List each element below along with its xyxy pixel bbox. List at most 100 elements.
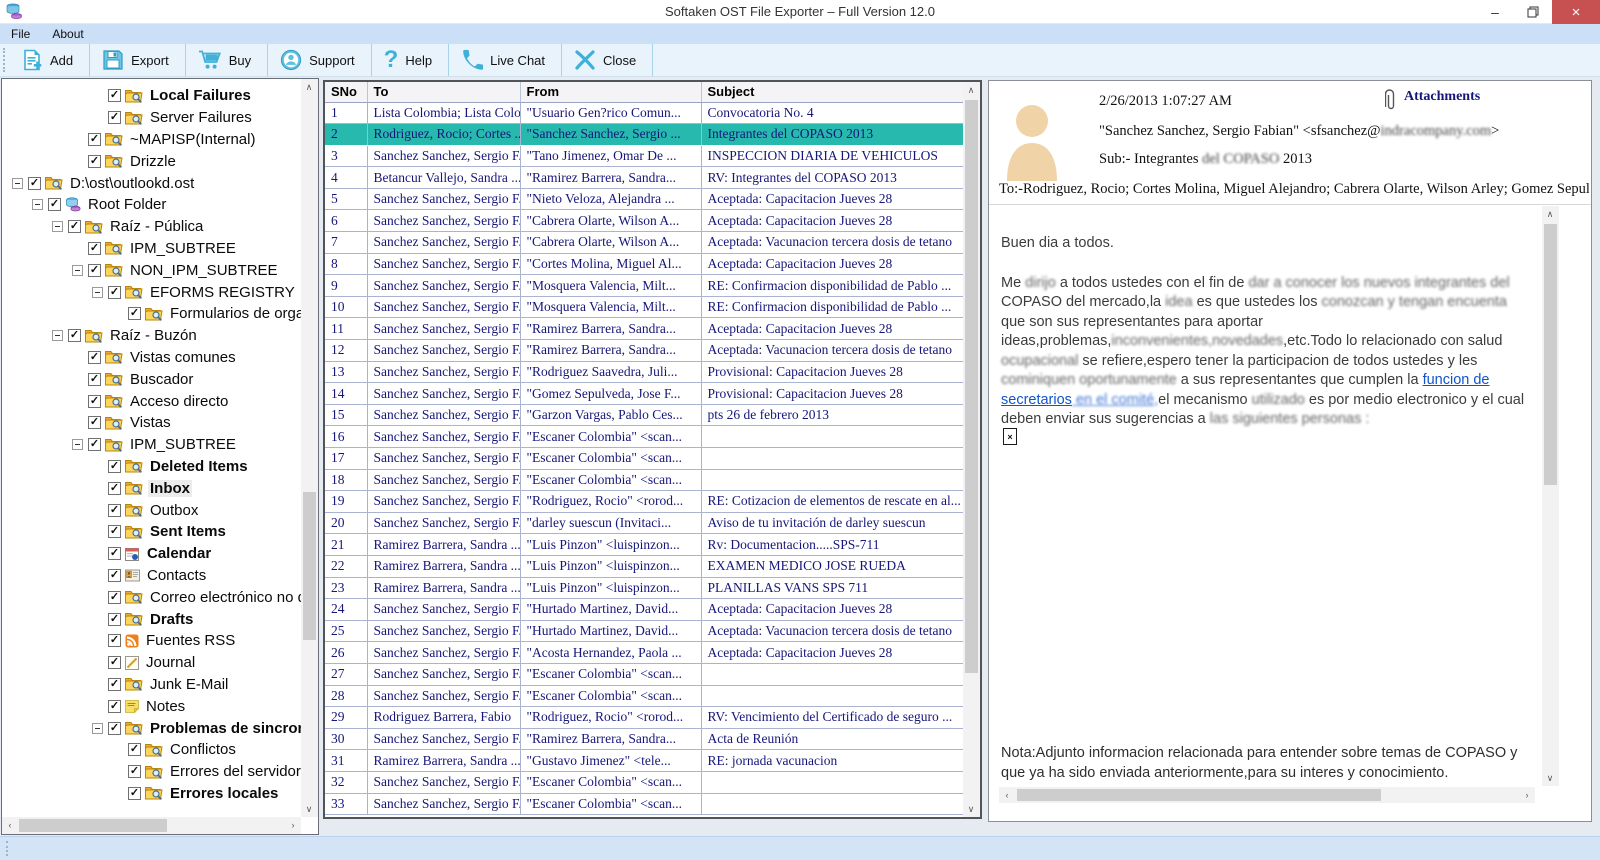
tree-item-drafts[interactable]: ✓Drafts bbox=[2, 608, 301, 630]
mail-row-29[interactable]: 29Rodriguez Barrera, Fabio"Rodriguez, Ro… bbox=[325, 707, 963, 729]
mail-row-2[interactable]: 2Rodriguez, Rocio; Cortes ..."Sanchez Sa… bbox=[325, 124, 963, 146]
restore-button[interactable] bbox=[1514, 0, 1552, 24]
checked-checkbox[interactable]: ✓ bbox=[108, 634, 121, 647]
mail-row-20[interactable]: 20Sanchez Sanchez, Sergio F..."darley su… bbox=[325, 512, 963, 534]
checked-checkbox[interactable]: ✓ bbox=[48, 198, 61, 211]
checked-checkbox[interactable]: ✓ bbox=[88, 373, 101, 386]
live-chat-button[interactable]: Live Chat bbox=[449, 44, 562, 76]
mail-row-25[interactable]: 25Sanchez Sanchez, Sergio F..."Hurtado M… bbox=[325, 620, 963, 642]
collapse-icon[interactable] bbox=[52, 330, 63, 341]
mail-row-4[interactable]: 4Betancur Vallejo, Sandra ..."Ramirez Ba… bbox=[325, 167, 963, 189]
checked-checkbox[interactable]: ✓ bbox=[88, 416, 101, 429]
checked-checkbox[interactable]: ✓ bbox=[108, 613, 121, 626]
mail-row-32[interactable]: 32Sanchez Sanchez, Sergio F..."Escaner C… bbox=[325, 771, 963, 793]
scroll-thumb[interactable] bbox=[19, 819, 167, 832]
preview-vertical-scrollbar[interactable]: ∧ ∨ bbox=[1542, 206, 1559, 786]
tree-vertical-scrollbar[interactable]: ∧ ∨ bbox=[301, 79, 318, 817]
scroll-up-icon[interactable]: ∧ bbox=[963, 82, 979, 98]
tree-item-correo-electr-nico-no-dese[interactable]: ✓Correo electrónico no dese bbox=[2, 586, 301, 608]
mail-row-11[interactable]: 11Sanchez Sanchez, Sergio F..."Ramirez B… bbox=[325, 318, 963, 340]
tree-item-d-ost-outlookd-ost[interactable]: ✓D:\ost\outlookd.ost bbox=[2, 172, 301, 194]
collapse-icon[interactable] bbox=[72, 439, 83, 450]
scroll-thumb[interactable] bbox=[965, 100, 978, 673]
scroll-right-icon[interactable]: › bbox=[285, 817, 301, 833]
preview-horizontal-scrollbar[interactable]: ‹ › bbox=[999, 787, 1535, 803]
mail-row-23[interactable]: 23Ramirez Barrera, Sandra ..."Luis Pinzo… bbox=[325, 577, 963, 599]
body-link-redacted[interactable]: en el comité, bbox=[1072, 392, 1158, 408]
attachments-area[interactable]: Attachments bbox=[1385, 89, 1480, 118]
attachments-label[interactable]: Attachments bbox=[1404, 89, 1480, 105]
tree-item-local-failures[interactable]: ✓Local Failures bbox=[2, 85, 301, 107]
mail-row-9[interactable]: 9Sanchez Sanchez, Sergio F..."Mosquera V… bbox=[325, 275, 963, 297]
mail-row-14[interactable]: 14Sanchez Sanchez, Sergio F..."Gomez Sep… bbox=[325, 383, 963, 405]
tree-item-eforms-registry[interactable]: ✓EFORMS REGISTRY bbox=[2, 281, 301, 303]
checked-checkbox[interactable]: ✓ bbox=[108, 722, 121, 735]
checked-checkbox[interactable]: ✓ bbox=[108, 547, 121, 560]
buy-button[interactable]: Buy bbox=[186, 44, 268, 76]
tree-item-problemas-de-sincroniza[interactable]: ✓Problemas de sincroniza bbox=[2, 717, 301, 739]
close-button[interactable]: × bbox=[1552, 0, 1600, 24]
mail-row-16[interactable]: 16Sanchez Sanchez, Sergio F..."Escaner C… bbox=[325, 426, 963, 448]
checked-checkbox[interactable]: ✓ bbox=[108, 656, 121, 669]
mail-row-10[interactable]: 10Sanchez Sanchez, Sergio F..."Mosquera … bbox=[325, 296, 963, 318]
scroll-up-icon[interactable]: ∧ bbox=[1542, 206, 1558, 222]
tree-item-deleted-items[interactable]: ✓Deleted Items bbox=[2, 456, 301, 478]
checked-checkbox[interactable]: ✓ bbox=[88, 242, 101, 255]
menu-item-file[interactable]: File bbox=[0, 24, 41, 44]
checked-checkbox[interactable]: ✓ bbox=[108, 286, 121, 299]
collapse-icon[interactable] bbox=[52, 221, 63, 232]
tree-item-fuentes-rss[interactable]: ✓Fuentes RSS bbox=[2, 630, 301, 652]
tree-item-contacts[interactable]: ✓Contacts bbox=[2, 565, 301, 587]
tree-item-root-folder[interactable]: ✓Root Folder bbox=[2, 194, 301, 216]
checked-checkbox[interactable]: ✓ bbox=[88, 351, 101, 364]
mail-row-17[interactable]: 17Sanchez Sanchez, Sergio F..."Escaner C… bbox=[325, 448, 963, 470]
mail-row-24[interactable]: 24Sanchez Sanchez, Sergio F..."Hurtado M… bbox=[325, 599, 963, 621]
minimize-button[interactable]: – bbox=[1476, 0, 1514, 24]
scroll-down-icon[interactable]: ∨ bbox=[963, 801, 979, 817]
tree-item-buscador[interactable]: ✓Buscador bbox=[2, 368, 301, 390]
tree-item-errores-locales[interactable]: ✓Errores locales bbox=[2, 783, 301, 805]
checked-checkbox[interactable]: ✓ bbox=[68, 329, 81, 342]
checked-checkbox[interactable]: ✓ bbox=[88, 155, 101, 168]
menu-item-about[interactable]: About bbox=[41, 24, 94, 44]
tree-item-ra-z-p-blica[interactable]: ✓Raíz - Pública bbox=[2, 216, 301, 238]
checked-checkbox[interactable]: ✓ bbox=[88, 438, 101, 451]
tree-item-ipm-subtree[interactable]: ✓IPM_SUBTREE bbox=[2, 434, 301, 456]
mail-row-13[interactable]: 13Sanchez Sanchez, Sergio F..."Rodriguez… bbox=[325, 361, 963, 383]
column-header-subject[interactable]: Subject bbox=[701, 82, 963, 102]
collapse-icon[interactable] bbox=[92, 723, 103, 734]
mail-row-30[interactable]: 30Sanchez Sanchez, Sergio F..."Ramirez B… bbox=[325, 728, 963, 750]
tree-item-acceso-directo[interactable]: ✓Acceso directo bbox=[2, 390, 301, 412]
mail-row-8[interactable]: 8Sanchez Sanchez, Sergio F..."Cortes Mol… bbox=[325, 253, 963, 275]
mail-row-22[interactable]: 22Ramirez Barrera, Sandra ..."Luis Pinzo… bbox=[325, 555, 963, 577]
tree-item-junk-e-mail[interactable]: ✓Junk E-Mail bbox=[2, 674, 301, 696]
mail-row-15[interactable]: 15Sanchez Sanchez, Sergio F..."Garzon Va… bbox=[325, 404, 963, 426]
scroll-thumb[interactable] bbox=[303, 492, 316, 640]
mail-row-3[interactable]: 3Sanchez Sanchez, Sergio F..."Tano Jimen… bbox=[325, 145, 963, 167]
checked-checkbox[interactable]: ✓ bbox=[128, 787, 141, 800]
checked-checkbox[interactable]: ✓ bbox=[108, 678, 121, 691]
tree-item-notes[interactable]: ✓Notes bbox=[2, 695, 301, 717]
collapse-icon[interactable] bbox=[72, 265, 83, 276]
checked-checkbox[interactable]: ✓ bbox=[88, 395, 101, 408]
checked-checkbox[interactable]: ✓ bbox=[128, 743, 141, 756]
mail-row-1[interactable]: 1Lista Colombia; Lista Colo..."Usuario G… bbox=[325, 102, 963, 124]
add-button[interactable]: Add bbox=[9, 44, 90, 76]
mail-row-27[interactable]: 27Sanchez Sanchez, Sergio F..."Escaner C… bbox=[325, 663, 963, 685]
mail-row-26[interactable]: 26Sanchez Sanchez, Sergio F..."Acosta He… bbox=[325, 642, 963, 664]
checked-checkbox[interactable]: ✓ bbox=[28, 177, 41, 190]
close-button[interactable]: Close bbox=[562, 44, 653, 76]
checked-checkbox[interactable]: ✓ bbox=[108, 89, 121, 102]
scroll-left-icon[interactable]: ‹ bbox=[999, 787, 1015, 803]
tree-item-non-ipm-subtree[interactable]: ✓NON_IPM_SUBTREE bbox=[2, 259, 301, 281]
scroll-left-icon[interactable]: ‹ bbox=[2, 817, 18, 833]
scroll-up-icon[interactable]: ∧ bbox=[301, 79, 317, 95]
mail-row-6[interactable]: 6Sanchez Sanchez, Sergio F..."Cabrera Ol… bbox=[325, 210, 963, 232]
checked-checkbox[interactable]: ✓ bbox=[108, 591, 121, 604]
tree-item-server-failures[interactable]: ✓Server Failures bbox=[2, 107, 301, 129]
tree-item-inbox[interactable]: ✓Inbox bbox=[2, 477, 301, 499]
column-header-from[interactable]: From bbox=[520, 82, 701, 102]
checked-checkbox[interactable]: ✓ bbox=[128, 765, 141, 778]
tree-item-ra-z-buz-n[interactable]: ✓Raíz - Buzón bbox=[2, 325, 301, 347]
tree-item-vistas-comunes[interactable]: ✓Vistas comunes bbox=[2, 347, 301, 369]
